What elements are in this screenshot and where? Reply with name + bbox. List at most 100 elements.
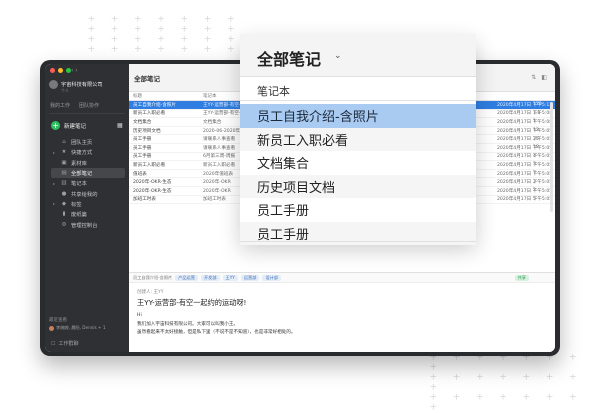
note-date-cell: 2020年4月17日 下午5:12 <box>497 102 553 108</box>
popup-title[interactable]: 全部笔记 <box>257 46 321 70</box>
recent-viewed-title: 最近查看 <box>49 318 67 323</box>
note-editor[interactable]: 创建人: 王YY 王YY-运营部-有空一起约的运动呀! Hi 我们加入宇宙科技有… <box>129 284 555 352</box>
admin-icon: ⚙ <box>61 221 67 228</box>
trash-icon: ▮ <box>62 211 66 218</box>
sidebar: ‹ › 宇宙科技有限公司 个人 我的工作 团队协作 + 新建笔记 ▦ ⌂ 团队主页… <box>45 64 129 352</box>
sidebar-item-all-notes[interactable]: ▤ 全部笔记 <box>51 167 125 179</box>
note-title-cell: 新员工入职必看 <box>133 162 166 168</box>
notebook-crumb[interactable]: 员工自我介绍-含照片 <box>133 275 172 281</box>
note-date-cell: 2020年4月17日 下午5:05 <box>497 145 553 151</box>
popup-list-item[interactable]: 文档集合 <box>240 151 476 175</box>
note-date-cell: 2020年4月17日 下午5:05 <box>497 137 553 143</box>
notes-title[interactable]: 全部笔记 <box>134 73 160 83</box>
note-date-cell: 2020年4月17日 下午5:08 <box>497 119 553 125</box>
close-window-button[interactable] <box>50 68 55 73</box>
work-chat-button[interactable]: ☐ 工作群聊 <box>51 340 79 348</box>
col-notebook[interactable]: 笔记本 <box>203 93 217 99</box>
team-collab-tab[interactable]: 团队协作 <box>79 102 99 109</box>
popup-header: 全部笔记 ⌄ <box>240 34 476 77</box>
note-date-cell: 2020年4月17日 下午5:08 <box>497 111 553 117</box>
sidebar-item-trash[interactable]: ▮ 废纸篓 <box>51 209 125 219</box>
view-options: ⇅ ◧ <box>531 74 547 81</box>
note-line[interactable]: Hi <box>137 313 142 318</box>
note-date-cell: 2020年4月17日 下午5:05 <box>497 180 553 186</box>
popup-column-label: 笔记本 <box>257 85 290 98</box>
sort-icon[interactable]: ⇅ <box>531 74 536 81</box>
note-line[interactable]: 虽然看起来不太好接触，但是私下里（不说不是不知道），也是非常好相处的。 <box>137 329 296 335</box>
recent-viewed-people: 李婉婉, 晨阳, Dennis + 1 <box>56 325 106 330</box>
recent-viewed: 最近查看 李婉婉, 晨阳, Dennis + 1 <box>49 317 125 331</box>
divider <box>49 113 125 114</box>
minimize-window-button[interactable] <box>58 68 63 73</box>
avatar <box>49 80 58 89</box>
sidebar-nav: ⌂ 团队主页 ▸ ★ 快捷方式 ▣ 素材库 ▤ 全部笔记 ▸ ▥ 笔记本 ● 共享给我的 ▸ ◆ 标… <box>51 137 125 230</box>
sidebar-item-assets[interactable]: ▣ 素材库 <box>51 158 125 168</box>
note-title-cell: 历史项目文档 <box>133 128 161 134</box>
sidebar-item-shortcuts[interactable]: ▸ ★ 快捷方式 <box>51 147 125 157</box>
history-arrows[interactable]: ‹ › <box>71 67 78 74</box>
note-title-cell: 文档集合 <box>133 119 152 125</box>
decor-pattern-top: + + + + + + + + + + + + + + + + + + + + + +… <box>88 12 240 55</box>
new-note-button[interactable]: + 新建笔记 <box>51 121 86 130</box>
popup-list-item[interactable]: 员工手册 <box>240 198 476 222</box>
zoom-callout: 全部笔记 ⌄ 笔记本 员工自我介绍-含照片 新员工入职必看 文档集合 历史项目文档 员工… <box>240 34 476 245</box>
popup-note-list: 员工自我介绍-含照片 新员工入职必看 文档集合 历史项目文档 员工手册 员工手册 <box>240 104 476 245</box>
popup-column-header: 笔记本 <box>240 78 476 101</box>
chat-icon: ☐ <box>51 340 56 347</box>
account-name: 宇宙科技有限公司 <box>61 82 103 88</box>
note-title-cell: 员工手册 <box>133 145 152 151</box>
share-status-badge[interactable]: 共享 <box>514 275 529 281</box>
my-work-tab[interactable]: 我的工作 <box>50 102 70 109</box>
account-type: 个人 <box>61 88 69 93</box>
tag-chip[interactable]: 产品运营 <box>175 274 198 281</box>
new-note-label: 新建笔记 <box>64 123 87 130</box>
note-toolbar: 员工自我介绍-含照片 产品运营 开发部 王YY 运营部 设计部 共享 <box>129 272 555 283</box>
tag-chip[interactable]: 开发部 <box>200 274 220 281</box>
note-line[interactable]: 我们加入宇宙科技有限公司。大家可以叫我小王。 <box>137 321 238 327</box>
popup-list-item[interactable]: 历史项目文档 <box>240 174 476 198</box>
tag-chip[interactable]: 设计部 <box>262 274 282 281</box>
popup-list-item[interactable]: 员工自我介绍-含照片 <box>240 104 476 128</box>
note-date-cell: 2020年4月17日 下午5:05 <box>497 171 553 177</box>
note-date-cell: 2020年4月17日 下午5:05 <box>497 128 553 134</box>
notebook-icon: ▥ <box>61 180 67 187</box>
note-title-cell: 员工自我介绍-含照片 <box>133 102 177 108</box>
grid-icon[interactable]: ▦ <box>117 122 123 129</box>
window-controls <box>50 68 71 73</box>
note-meta: 创建人: 王YY <box>137 290 164 295</box>
note-title-cell: 员工手册 <box>133 154 152 160</box>
note-title-cell: 员工手册 <box>133 137 152 143</box>
sidebar-item-tags[interactable]: ▸ ◆ 标签 <box>51 199 125 209</box>
image-icon: ▣ <box>61 159 67 166</box>
note-title-cell: 值班表 <box>133 171 147 177</box>
plus-icon: + <box>51 121 60 130</box>
note-date-cell: 2020年4月17日 下午5:05 <box>497 197 553 203</box>
col-title[interactable]: 标题 <box>133 93 142 99</box>
tag-icon: ◆ <box>61 200 67 207</box>
popup-list-item[interactable]: 新员工入职必看 <box>240 127 476 151</box>
account-switcher[interactable]: 宇宙科技有限公司 个人 <box>49 80 103 93</box>
recent-viewed-row[interactable]: 李婉婉, 晨阳, Dennis + 1 <box>49 325 125 331</box>
sidebar-item-notebooks[interactable]: ▸ ▥ 笔记本 <box>51 178 125 188</box>
sidebar-item-team-home[interactable]: ⌂ 团队主页 <box>51 137 125 147</box>
tag-chip[interactable]: 运营部 <box>240 274 260 281</box>
note-date-cell: 2020年4月17日 下午5:05 <box>497 188 553 194</box>
layout-icon[interactable]: ◧ <box>541 74 547 81</box>
avatar <box>49 325 54 331</box>
note-title-cell: 2020年-OKR-生态 <box>133 188 172 194</box>
scrollbar[interactable] <box>550 102 553 212</box>
home-icon: ⌂ <box>62 139 66 146</box>
sidebar-item-shared[interactable]: ● 共享给我的 <box>51 188 125 198</box>
note-date-cell: 2020年4月17日 下午5:05 <box>497 162 553 168</box>
sidebar-item-admin[interactable]: ⚙ 管理控制台 <box>51 219 125 229</box>
note-title[interactable]: 王YY-运营部-有空一起约的运动呀! <box>137 298 246 308</box>
divider <box>240 241 476 242</box>
chevron-down-icon[interactable]: ⌄ <box>334 51 342 61</box>
decor-pattern-bottom: + + + + + + + + + + + + + + + + + + + + + … <box>430 350 582 413</box>
star-icon: ★ <box>61 149 67 156</box>
note-title-cell: 2020年-OKR-生态 <box>133 180 172 186</box>
note-title-cell: 加班工时表 <box>133 197 156 203</box>
tag-chip[interactable]: 王YY <box>222 274 238 281</box>
note-date-cell: 2020年4月17日 下午5:05 <box>497 154 553 160</box>
workspace-switch: 我的工作 团队协作 <box>50 102 99 109</box>
